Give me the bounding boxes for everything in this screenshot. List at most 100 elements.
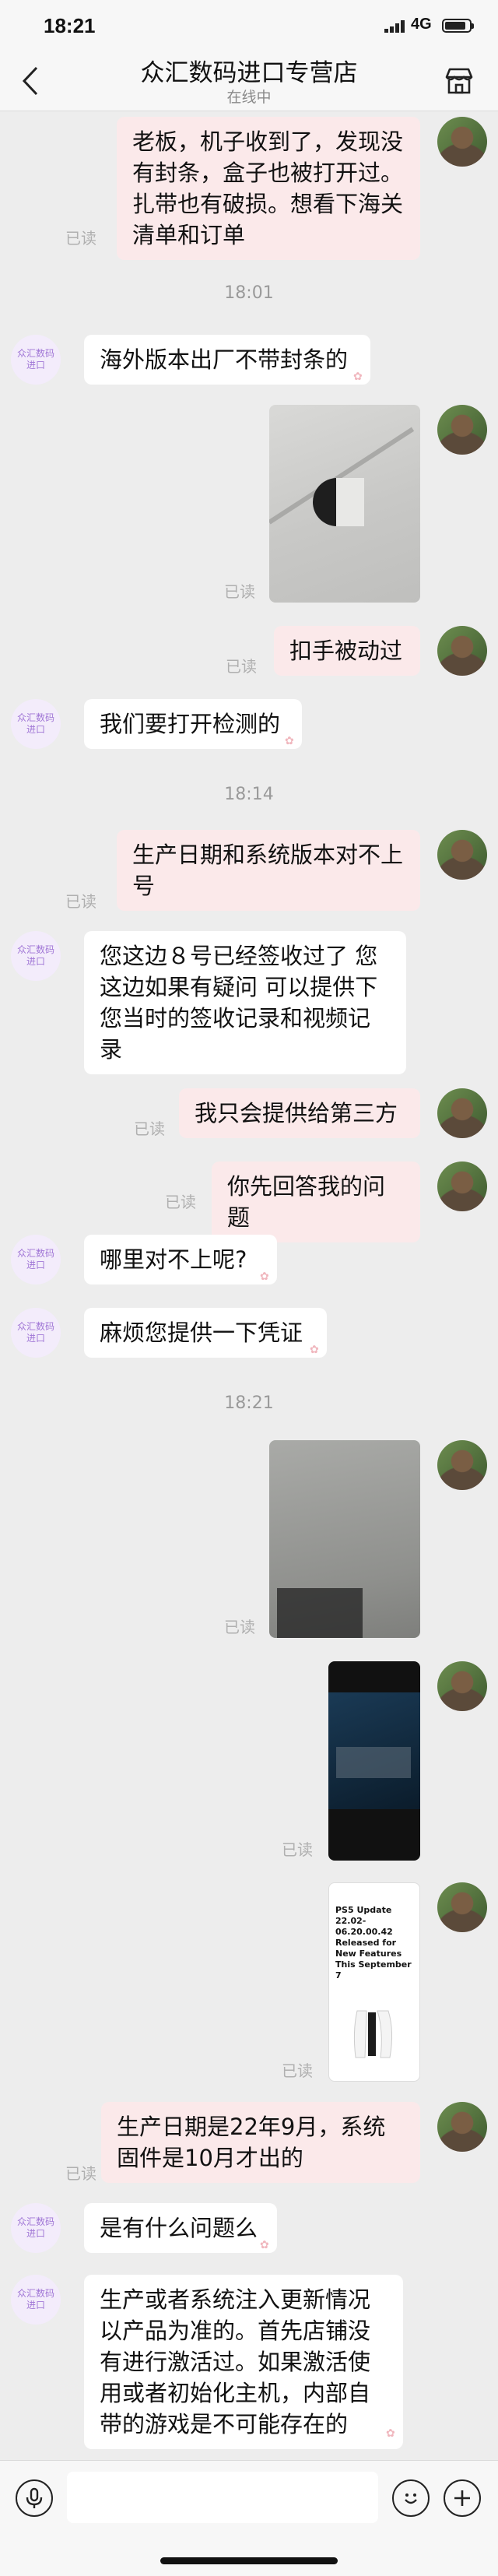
- message-bubble[interactable]: 哪里对不上呢?: [84, 1235, 277, 1284]
- message-bubble[interactable]: 你先回答我的问题: [212, 1161, 420, 1242]
- message-row: 已读: [0, 1661, 498, 1862]
- plus-icon: [454, 2490, 470, 2506]
- message-bubble[interactable]: 老板，机子收到了，发现没有封条，盒子也被打开过。扎带也有破损。想看下海关清单和订…: [117, 117, 420, 260]
- timestamp: 18:14: [224, 785, 274, 804]
- more-button[interactable]: [444, 2479, 481, 2517]
- emoji-icon: [405, 2493, 417, 2504]
- read-indicator: 已读: [134, 1119, 165, 1138]
- network-type: 4G: [411, 16, 432, 33]
- shop-button[interactable]: [442, 64, 476, 98]
- image-message[interactable]: [269, 1440, 420, 1638]
- message-row: 已读 PS5 Update 22.02-06.20.00.42 Released…: [0, 1882, 498, 2083]
- image-detail: [313, 478, 364, 526]
- user-avatar[interactable]: [437, 1161, 487, 1211]
- message-bubble[interactable]: 生产或者系统注入更新情况以产品为准的。首先店铺没有进行激活过。如果激活使用或者初…: [84, 2275, 403, 2449]
- message-bubble[interactable]: 生产日期和系统版本对不上号: [117, 830, 420, 911]
- decoration-icon: ✿: [260, 2239, 269, 2251]
- message-row: 已读: [0, 405, 498, 604]
- shop-icon: [445, 68, 473, 94]
- shop-avatar[interactable]: 众汇数码 进口: [11, 2203, 61, 2253]
- message-row: 已读 老板，机子收到了，发现没有封条，盒子也被打开过。扎带也有破损。想看下海关清…: [0, 117, 498, 260]
- message-row: 众汇数码 进口 生产或者系统注入更新情况以产品为准的。首先店铺没有进行激活过。如…: [0, 2275, 498, 2449]
- avatar-text: 进口: [26, 956, 45, 967]
- user-avatar[interactable]: [437, 1088, 487, 1138]
- avatar-text: 进口: [26, 1260, 45, 1270]
- message-bubble[interactable]: 生产日期是22年9月，系统固件是10月才出的: [101, 2102, 420, 2183]
- message-row: 已读 扣手被动过: [0, 626, 498, 677]
- message-row: 已读: [0, 1440, 498, 1639]
- read-indicator: 已读: [224, 1618, 255, 1636]
- message-row: 众汇数码 进口 哪里对不上呢? ✿: [0, 1235, 498, 1286]
- message-bubble[interactable]: 我们要打开检测的: [84, 699, 302, 749]
- avatar-text: 进口: [26, 724, 45, 735]
- message-bubble[interactable]: 海外版本出厂不带封条的: [84, 335, 370, 385]
- shop-avatar[interactable]: 众汇数码 进口: [11, 335, 61, 385]
- user-avatar[interactable]: [437, 405, 487, 455]
- input-bar: [0, 2460, 498, 2576]
- timestamp: 18:01: [224, 283, 274, 303]
- battery-icon: [442, 19, 474, 33]
- user-avatar[interactable]: [437, 626, 487, 676]
- user-avatar[interactable]: [437, 117, 487, 167]
- emoji-button[interactable]: [392, 2479, 430, 2517]
- shop-avatar[interactable]: 众汇数码 进口: [11, 931, 61, 981]
- user-avatar[interactable]: [437, 2102, 487, 2152]
- avatar-text: 众汇数码: [16, 944, 54, 955]
- home-indicator[interactable]: [160, 2557, 338, 2564]
- avatar-text: 进口: [26, 2300, 45, 2311]
- signal-icon: [384, 20, 405, 33]
- read-indicator: 已读: [282, 1840, 313, 1859]
- decoration-icon: ✿: [285, 735, 294, 747]
- message-bubble[interactable]: 麻烦您提供一下凭证: [84, 1308, 327, 1358]
- decoration-icon: ✿: [386, 2427, 395, 2440]
- shop-avatar[interactable]: 众汇数码 进口: [11, 699, 61, 749]
- ps5-console-icon: [353, 2010, 393, 2058]
- message-row: 已读 生产日期和系统版本对不上号: [0, 830, 498, 915]
- message-bubble[interactable]: 您这边８号已经签收过了 您这边如果有疑问 可以提供下您当时的签收记录和视频记录: [84, 931, 406, 1074]
- read-indicator: 已读: [165, 1193, 196, 1211]
- image-message[interactable]: [328, 1661, 420, 1861]
- read-indicator: 已读: [224, 582, 255, 601]
- image-detail: [277, 1588, 363, 1638]
- shop-avatar[interactable]: 众汇数码 进口: [11, 2275, 61, 2325]
- timestamp: 18:21: [224, 1393, 274, 1413]
- read-indicator: 已读: [65, 229, 96, 248]
- avatar-text: 进口: [26, 2228, 45, 2239]
- message-row: 已读 我只会提供给第三方: [0, 1088, 498, 1140]
- shop-avatar[interactable]: 众汇数码 进口: [11, 1235, 61, 1284]
- user-avatar[interactable]: [437, 1661, 487, 1711]
- back-button[interactable]: [12, 62, 48, 100]
- user-avatar[interactable]: [437, 830, 487, 880]
- avatar-text: 进口: [26, 360, 45, 371]
- avatar-text: 进口: [26, 1333, 45, 1344]
- message-input[interactable]: [67, 2472, 378, 2523]
- avatar-text: 众汇数码: [16, 2216, 54, 2227]
- decoration-icon: ✿: [353, 371, 363, 383]
- chevron-left-icon: [22, 66, 38, 96]
- voice-button[interactable]: [16, 2479, 53, 2517]
- read-indicator: 已读: [65, 2164, 96, 2183]
- avatar-text: 众汇数码: [16, 1248, 54, 1259]
- image-caption: PS5 Update 22.02-06.20.00.42 Released fo…: [335, 1905, 412, 1980]
- message-row: 已读 生产日期是22年9月，系统固件是10月才出的: [0, 2102, 498, 2188]
- user-avatar[interactable]: [437, 1882, 487, 1932]
- online-status: 在线中: [226, 89, 272, 106]
- message-bubble[interactable]: 是有什么问题么: [84, 2203, 277, 2253]
- voice-icon: [26, 2487, 43, 2508]
- message-row: 众汇数码 进口 我们要打开检测的 ✿: [0, 699, 498, 750]
- decoration-icon: ✿: [260, 1270, 269, 1283]
- status-time: 18:21: [44, 14, 96, 37]
- image-detail: [328, 1692, 420, 1809]
- image-message[interactable]: PS5 Update 22.02-06.20.00.42 Released fo…: [328, 1882, 420, 2082]
- read-indicator: 已读: [65, 892, 96, 911]
- shop-avatar[interactable]: 众汇数码 进口: [11, 1308, 61, 1358]
- message-row: 已读 你先回答我的问题: [0, 1161, 498, 1242]
- user-avatar[interactable]: [437, 1440, 487, 1490]
- message-row: 众汇数码 进口 海外版本出厂不带封条的 ✿: [0, 335, 498, 386]
- read-indicator: 已读: [282, 2061, 313, 2080]
- avatar-text: 众汇数码: [16, 1321, 54, 1332]
- message-bubble[interactable]: 我只会提供给第三方: [179, 1088, 420, 1138]
- avatar-text: 众汇数码: [16, 2288, 54, 2299]
- image-message[interactable]: [269, 405, 420, 603]
- message-bubble[interactable]: 扣手被动过: [274, 626, 420, 676]
